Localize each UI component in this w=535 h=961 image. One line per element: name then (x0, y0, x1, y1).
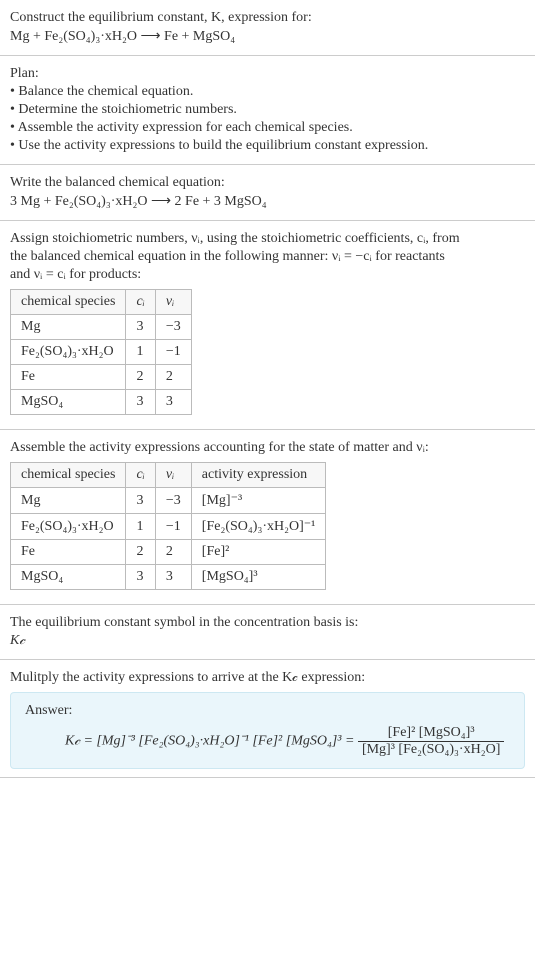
table-row: Fe 2 2 [Fe]² (11, 540, 326, 565)
stoich-intro-3: and νᵢ = cᵢ for products: (10, 267, 525, 283)
cell-species: Fe (11, 540, 126, 565)
cell-ci: 1 (126, 514, 155, 540)
cell-vi: −3 (155, 488, 191, 514)
table-row: Fe 2 2 (11, 365, 192, 390)
balanced-equation: 3 Mg + Fe₂(SO₄)₃·xH₂O ⟶ 2 Fe + 3 MgSO₄ (10, 193, 525, 210)
activity-table: chemical species cᵢ νᵢ activity expressi… (10, 462, 326, 590)
plan-title: Plan: (10, 66, 525, 82)
activity-intro: Assemble the activity expressions accoun… (10, 440, 525, 456)
table-header-row: chemical species cᵢ νᵢ (11, 290, 192, 315)
construct-equation: Mg + Fe₂(SO₄)₃·xH₂O ⟶ Fe + MgSO₄ (10, 28, 525, 45)
col-ci: cᵢ (126, 290, 155, 315)
cell-species: MgSO₄ (11, 565, 126, 590)
cell-ci: 2 (126, 540, 155, 565)
cell-ci: 3 (126, 315, 155, 340)
plan-bullet-1: • Balance the chemical equation. (10, 84, 525, 100)
table-row: Mg 3 −3 [Mg]⁻³ (11, 488, 326, 514)
cell-vi: −1 (155, 514, 191, 540)
col-vi: νᵢ (155, 290, 191, 315)
table-row: Mg 3 −3 (11, 315, 192, 340)
cell-species: Fe₂(SO₄)₃·xH₂O (11, 340, 126, 365)
table-row: MgSO₄ 3 3 (11, 390, 192, 415)
section-result: Mulitply the activity expressions to arr… (0, 660, 535, 778)
col-vi: νᵢ (155, 463, 191, 488)
cell-ci: 3 (126, 488, 155, 514)
cell-species: Fe₂(SO₄)₃·xH₂O (11, 514, 126, 540)
table-row: MgSO₄ 3 3 [MgSO₄]³ (11, 565, 326, 590)
cell-vi: 2 (155, 540, 191, 565)
stoich-intro-1: Assign stoichiometric numbers, νᵢ, using… (10, 231, 525, 247)
section-plan: Plan: • Balance the chemical equation. •… (0, 56, 535, 165)
symbol-kc: K𝒸 (10, 633, 525, 649)
cell-activity: [Mg]⁻³ (191, 488, 326, 514)
table-row: Fe₂(SO₄)₃·xH₂O 1 −1 (11, 340, 192, 365)
plan-bullet-4: • Use the activity expressions to build … (10, 138, 525, 154)
plan-bullet-2: • Determine the stoichiometric numbers. (10, 102, 525, 118)
cell-ci: 1 (126, 340, 155, 365)
stoich-intro-2: the balanced chemical equation in the fo… (10, 249, 525, 265)
cell-vi: 3 (155, 565, 191, 590)
col-activity: activity expression (191, 463, 326, 488)
plan-bullet-3: • Assemble the activity expression for e… (10, 120, 525, 136)
col-species: chemical species (11, 463, 126, 488)
table-row: Fe₂(SO₄)₃·xH₂O 1 −1 [Fe₂(SO₄)₃·xH₂O]⁻¹ (11, 514, 326, 540)
construct-title: Construct the equilibrium constant, K, e… (10, 10, 525, 26)
cell-activity: [Fe₂(SO₄)₃·xH₂O]⁻¹ (191, 514, 326, 540)
cell-species: Mg (11, 315, 126, 340)
answer-box: Answer: K𝒸 = [Mg]⁻³ [Fe₂(SO₄)₃·xH₂O]⁻¹ [… (10, 692, 525, 769)
cell-species: Fe (11, 365, 126, 390)
cell-vi: 2 (155, 365, 191, 390)
col-species: chemical species (11, 290, 126, 315)
answer-expression: K𝒸 = [Mg]⁻³ [Fe₂(SO₄)₃·xH₂O]⁻¹ [Fe]² [Mg… (25, 725, 510, 758)
cell-species: Mg (11, 488, 126, 514)
cell-activity: [Fe]² (191, 540, 326, 565)
fraction-denominator: [Mg]³ [Fe₂(SO₄)₃·xH₂O] (358, 741, 504, 758)
balanced-title: Write the balanced chemical equation: (10, 175, 525, 191)
cell-vi: −3 (155, 315, 191, 340)
cell-ci: 3 (126, 390, 155, 415)
col-ci: cᵢ (126, 463, 155, 488)
answer-lhs: K𝒸 = [Mg]⁻³ [Fe₂(SO₄)₃·xH₂O]⁻¹ [Fe]² [Mg… (65, 734, 358, 749)
cell-species: MgSO₄ (11, 390, 126, 415)
section-balanced: Write the balanced chemical equation: 3 … (0, 165, 535, 221)
cell-vi: 3 (155, 390, 191, 415)
section-symbol: The equilibrium constant symbol in the c… (0, 605, 535, 660)
cell-vi: −1 (155, 340, 191, 365)
cell-activity: [MgSO₄]³ (191, 565, 326, 590)
section-activity: Assemble the activity expressions accoun… (0, 430, 535, 605)
section-stoich: Assign stoichiometric numbers, νᵢ, using… (0, 221, 535, 430)
fraction-numerator: [Fe]² [MgSO₄]³ (358, 725, 504, 741)
answer-fraction: [Fe]² [MgSO₄]³[Mg]³ [Fe₂(SO₄)₃·xH₂O] (358, 725, 504, 758)
cell-ci: 2 (126, 365, 155, 390)
cell-ci: 3 (126, 565, 155, 590)
section-construct: Construct the equilibrium constant, K, e… (0, 0, 535, 56)
stoich-table: chemical species cᵢ νᵢ Mg 3 −3 Fe₂(SO₄)₃… (10, 289, 192, 415)
table-header-row: chemical species cᵢ νᵢ activity expressi… (11, 463, 326, 488)
answer-label: Answer: (25, 703, 510, 719)
result-intro: Mulitply the activity expressions to arr… (10, 670, 525, 686)
symbol-text: The equilibrium constant symbol in the c… (10, 615, 525, 631)
